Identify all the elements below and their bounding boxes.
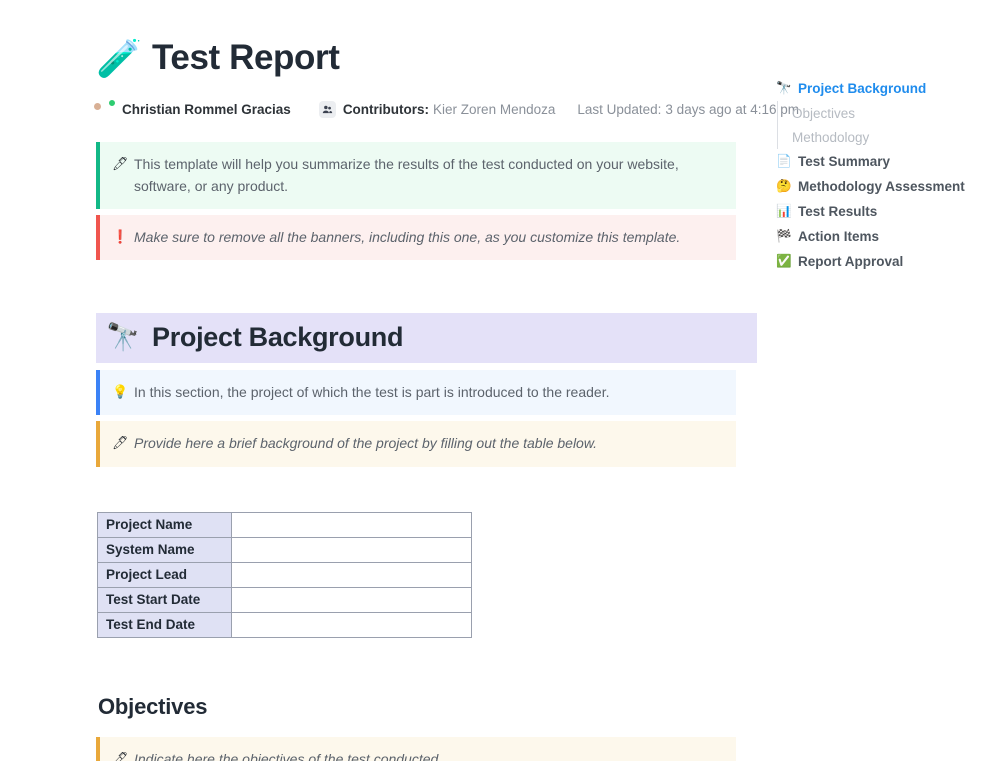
exclamation-icon: ❗ bbox=[112, 226, 134, 247]
last-updated-label: Last Updated: bbox=[577, 102, 661, 117]
online-status-dot bbox=[108, 99, 116, 107]
avatar[interactable] bbox=[96, 100, 115, 119]
toc-item-project-background[interactable]: 🔭 Project Background bbox=[776, 76, 991, 101]
table-row-label: System Name bbox=[98, 537, 232, 562]
toc-item-label: Project Background bbox=[798, 81, 926, 96]
author-name: Christian Rommel Gracias bbox=[122, 102, 291, 117]
table-row-label: Project Lead bbox=[98, 562, 232, 587]
toc-item-label: Methodology Assessment bbox=[798, 179, 965, 194]
pen-icon: 🖊 bbox=[112, 748, 134, 761]
callout-text: Provide here a brief background of the p… bbox=[134, 432, 597, 454]
page-icon: 📄 bbox=[776, 155, 791, 168]
telescope-icon: 🔭 bbox=[776, 82, 791, 95]
toc-item-label: Report Approval bbox=[798, 254, 903, 269]
banner-text: Make sure to remove all the banners, inc… bbox=[134, 226, 680, 248]
banner-remove-warning: ❗ Make sure to remove all the banners, i… bbox=[96, 215, 736, 260]
document-page: 🧪 Test Report Christian Rommel Gracias C… bbox=[0, 0, 1000, 761]
pen-icon: 🖊 bbox=[112, 153, 134, 174]
toc-item-label: Test Results bbox=[798, 204, 877, 219]
table-row-label: Test End Date bbox=[98, 612, 232, 637]
toc-item-label: Test Summary bbox=[798, 154, 890, 169]
callout-text: In this section, the project of which th… bbox=[134, 381, 609, 403]
objectives-text-block: Indicate here the objectives of the test… bbox=[134, 748, 568, 761]
bar-chart-icon: 📊 bbox=[776, 205, 791, 218]
toc-item-methodology-assessment[interactable]: 🤔 Methodology Assessment bbox=[776, 174, 991, 199]
table-row-value[interactable] bbox=[232, 537, 472, 562]
banner-template-info: 🖊 This template will help you summarize … bbox=[96, 142, 736, 209]
table-row: Project Lead bbox=[98, 562, 472, 587]
lightbulb-icon: 💡 bbox=[112, 381, 134, 402]
table-row-label: Test Start Date bbox=[98, 587, 232, 612]
thinking-face-icon: 🤔 bbox=[776, 180, 791, 193]
table-of-contents: 🔭 Project Background Objectives Methodol… bbox=[776, 76, 991, 274]
document-meta: Christian Rommel Gracias Contributors: K… bbox=[96, 100, 761, 119]
pen-icon: 🖊 bbox=[112, 432, 134, 453]
objectives-heading: Objectives bbox=[98, 694, 761, 720]
toc-item-action-items[interactable]: 🏁 Action Items bbox=[776, 224, 991, 249]
checkered-flag-icon: 🏁 bbox=[776, 230, 791, 243]
table-row: Test End Date bbox=[98, 612, 472, 637]
toc-item-objectives[interactable]: Objectives bbox=[777, 101, 991, 125]
toc-item-label: Action Items bbox=[798, 229, 879, 244]
section-header-project-background: 🔭 Project Background bbox=[96, 313, 757, 363]
toc-item-report-approval[interactable]: ✅ Report Approval bbox=[776, 249, 991, 274]
table-body: Project Name System Name Project Lead Te… bbox=[98, 512, 472, 637]
contributors-icon bbox=[319, 101, 336, 118]
toc-item-test-results[interactable]: 📊 Test Results bbox=[776, 199, 991, 224]
table-row: Project Name bbox=[98, 512, 472, 537]
avatar-image bbox=[96, 99, 98, 116]
contributors-names: Kier Zoren Mendoza bbox=[433, 102, 555, 117]
toc-item-test-summary[interactable]: 📄 Test Summary bbox=[776, 149, 991, 174]
callout-section-intro: 💡 In this section, the project of which … bbox=[96, 370, 736, 415]
project-background-table: Project Name System Name Project Lead Te… bbox=[97, 512, 472, 638]
page-title: Test Report bbox=[152, 38, 339, 78]
document-title-row: 🧪 Test Report bbox=[96, 38, 761, 78]
contributors-label: Contributors: bbox=[343, 102, 429, 117]
toc-item-methodology[interactable]: Methodology bbox=[777, 125, 991, 149]
test-tube-icon: 🧪 bbox=[96, 40, 138, 77]
table-row-label: Project Name bbox=[98, 512, 232, 537]
telescope-icon: 🔭 bbox=[106, 324, 140, 351]
callout-fill-table: 🖊 Provide here a brief background of the… bbox=[96, 421, 736, 466]
banner-text: This template will help you summarize th… bbox=[134, 153, 706, 197]
callout-objectives: 🖊 Indicate here the objectives of the te… bbox=[96, 737, 736, 761]
check-mark-icon: ✅ bbox=[776, 255, 791, 268]
table-row-value[interactable] bbox=[232, 612, 472, 637]
table-row: System Name bbox=[98, 537, 472, 562]
toc-item-label: Objectives bbox=[792, 106, 855, 121]
table-row-value[interactable] bbox=[232, 587, 472, 612]
objectives-instruction: Indicate here the objectives of the test… bbox=[134, 748, 568, 761]
table-row: Test Start Date bbox=[98, 587, 472, 612]
section-title: Project Background bbox=[152, 322, 403, 353]
table-row-value[interactable] bbox=[232, 562, 472, 587]
toc-item-label: Methodology bbox=[792, 130, 869, 145]
table-row-value[interactable] bbox=[232, 512, 472, 537]
document-body: 🧪 Test Report Christian Rommel Gracias C… bbox=[96, 0, 761, 761]
